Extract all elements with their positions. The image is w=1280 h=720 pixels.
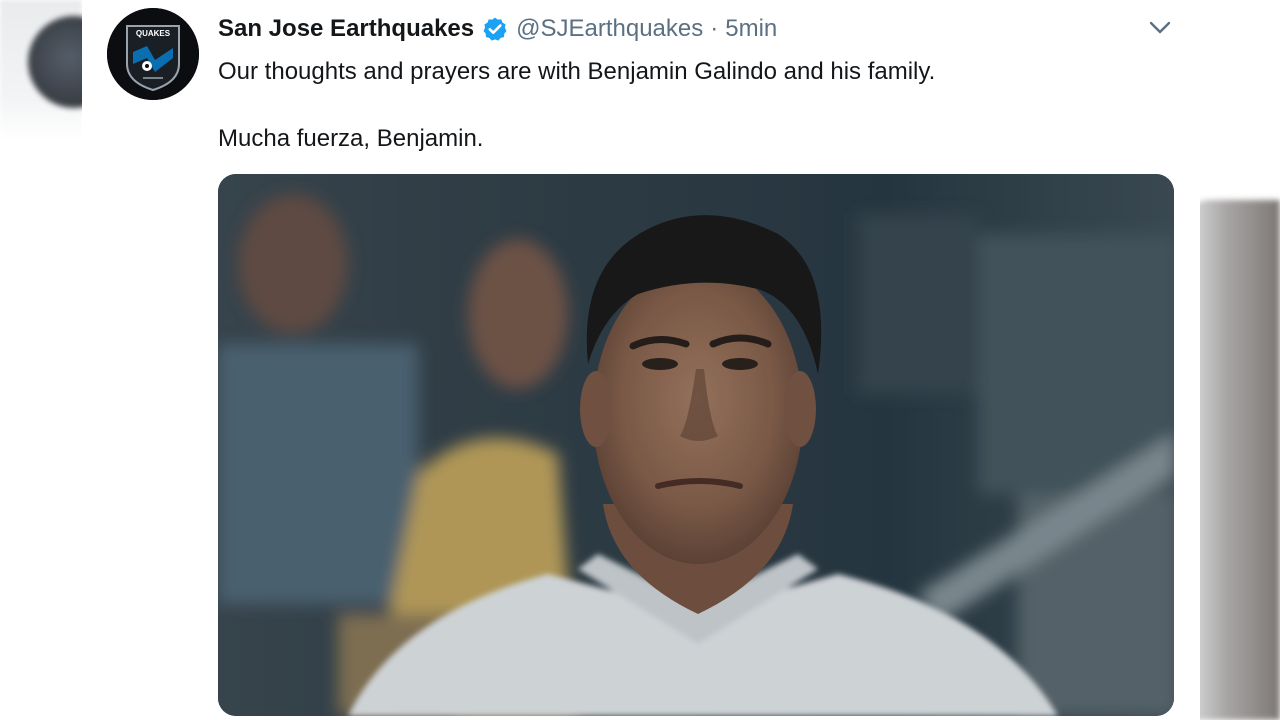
quakes-logo-icon: QUAKES	[107, 8, 199, 100]
portrait-photo	[218, 174, 1174, 716]
separator-dot: ·	[710, 15, 719, 42]
verified-badge-icon	[482, 16, 508, 42]
chevron-down-icon	[1149, 21, 1171, 34]
tweet-menu-button[interactable]	[1144, 14, 1176, 42]
author-handle[interactable]: @SJEarthquakes	[516, 15, 703, 43]
tweet-header: San Jose Earthquakes @SJEarthquakes · 5m…	[218, 12, 777, 46]
tweet-card: QUAKES San Jose Earthquakes @SJEarthquak…	[82, 0, 1200, 720]
tweet-text-line: Our thoughts and prayers are with Benjam…	[218, 58, 936, 85]
blurred-background-right	[1190, 200, 1280, 720]
tweet-timestamp[interactable]: 5min	[725, 15, 777, 43]
tweet-text: Our thoughts and prayers are with Benjam…	[218, 54, 1168, 157]
avatar[interactable]: QUAKES	[107, 8, 199, 100]
tweet-photo[interactable]	[218, 174, 1174, 716]
svg-text:QUAKES: QUAKES	[136, 29, 171, 38]
author-name[interactable]: San Jose Earthquakes	[218, 15, 474, 43]
tweet-text-line: Mucha fuerza, Benjamin.	[218, 125, 484, 152]
